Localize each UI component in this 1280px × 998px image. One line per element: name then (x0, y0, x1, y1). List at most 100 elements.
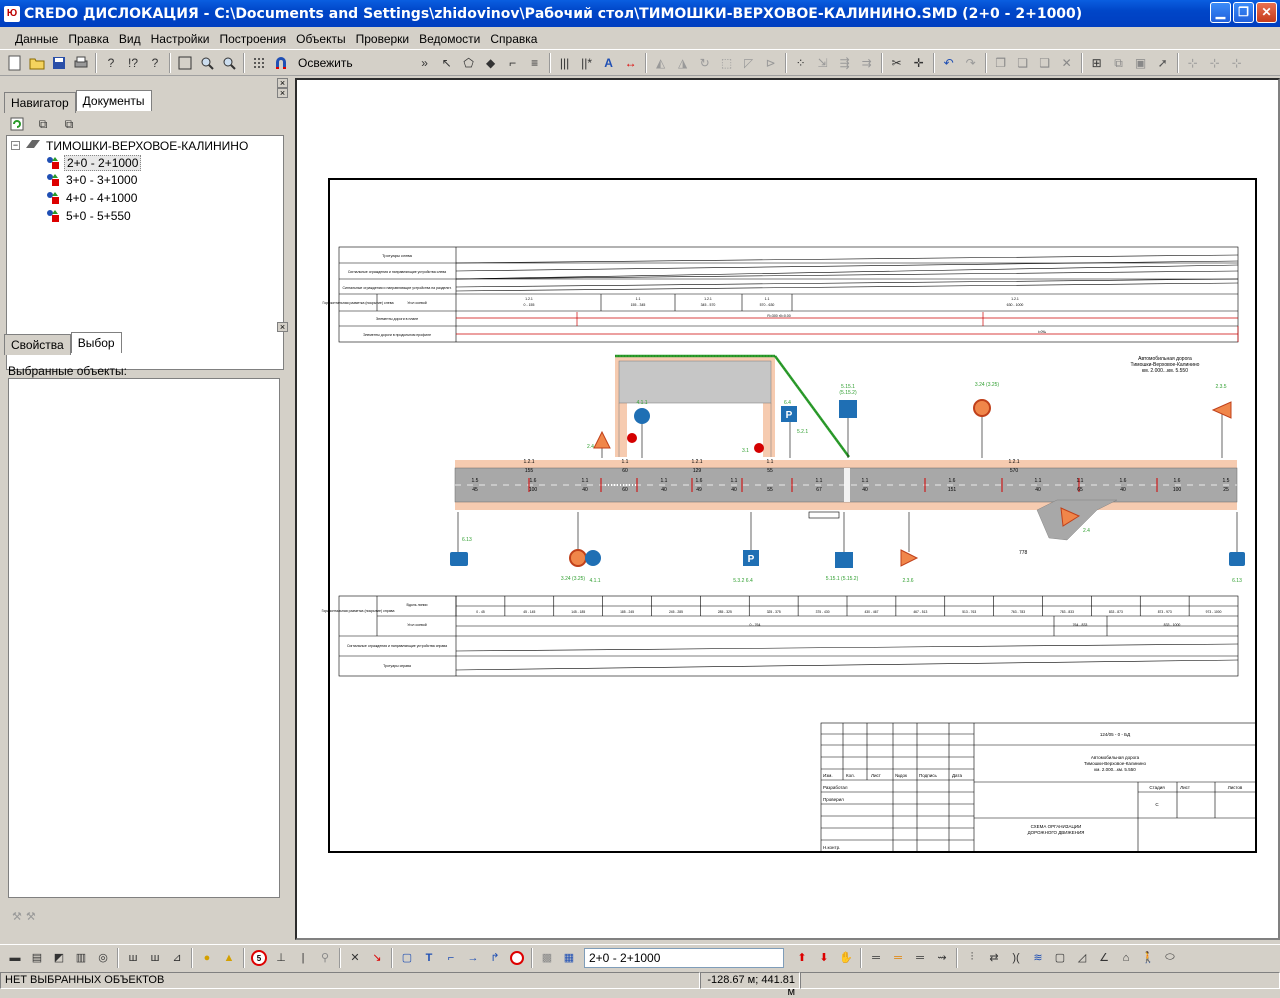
snap2-icon[interactable]: ⊹ (1205, 53, 1225, 73)
tree-item[interactable]: 2+0 - 2+1000 (45, 155, 142, 171)
panel-close-icon[interactable]: × (277, 78, 288, 88)
open-folder-icon[interactable] (27, 53, 47, 73)
hand-icon[interactable]: ✋ (836, 948, 856, 968)
arrow-tool-icon[interactable]: → (463, 948, 483, 968)
cross-lines-icon[interactable]: ✕ (345, 948, 365, 968)
undo-icon[interactable]: ↶ (939, 53, 959, 73)
light-icon[interactable]: ● (197, 948, 217, 968)
toolbar-overflow[interactable]: » (415, 53, 435, 73)
mirror2-icon[interactable]: ◮ (673, 53, 693, 73)
tree-root[interactable]: − ТИМОШКИ-ВЕРХОВОЕ-КАЛИНИНО (11, 138, 248, 153)
refresh-button[interactable]: Освежить (292, 56, 359, 70)
barrier2-icon[interactable]: ▤ (27, 948, 47, 968)
pin-icon[interactable]: ⚲ (315, 948, 335, 968)
barrier5-icon[interactable]: ◎ (93, 948, 113, 968)
fence3-icon[interactable]: ⊿ (167, 948, 187, 968)
print-icon[interactable] (71, 53, 91, 73)
snap3-icon[interactable]: ⊹ (1227, 53, 1247, 73)
query-detail-icon[interactable]: !? (123, 53, 143, 73)
text-tool-icon[interactable]: T (419, 948, 439, 968)
marking2-icon[interactable]: ⇄ (984, 948, 1004, 968)
query-icon[interactable]: ? (101, 53, 121, 73)
zoom-window-icon[interactable] (175, 53, 195, 73)
mirror-icon[interactable]: ◭ (651, 53, 671, 73)
paste-special-icon[interactable]: ❑ (1035, 53, 1055, 73)
ungroup-icon[interactable]: ⧉ (1109, 53, 1129, 73)
barrier4-icon[interactable]: ▥ (71, 948, 91, 968)
panel-close-icon[interactable]: × (277, 88, 288, 98)
select-arrow-icon[interactable]: ↖ (437, 53, 457, 73)
fill-icon[interactable]: ◆ (481, 53, 501, 73)
dimension-icon[interactable]: ↔ (621, 53, 641, 73)
refresh-docs-icon[interactable] (7, 114, 27, 134)
sign-tool-icon[interactable] (507, 948, 527, 968)
tab-navigator[interactable]: Навигатор (4, 92, 76, 113)
barrier1-icon[interactable]: ▬ (5, 948, 25, 968)
paste-icon[interactable]: ❏ (1013, 53, 1033, 73)
copy-icon[interactable]: ❐ (991, 53, 1011, 73)
cross-icon[interactable]: ✛ (909, 53, 929, 73)
menu-constructions[interactable]: Построения (214, 30, 291, 48)
tree-item[interactable]: 4+0 - 4+1000 (45, 191, 139, 205)
fence1-icon[interactable]: ш (123, 948, 143, 968)
delete-icon[interactable]: ✕ (1057, 53, 1077, 73)
reflect-icon[interactable]: ⊳ (761, 53, 781, 73)
frame-icon[interactable]: ▣ (1131, 53, 1151, 73)
polygon-icon[interactable]: ⬠ (459, 53, 479, 73)
post-icon[interactable]: ⊥ (271, 948, 291, 968)
align-icon[interactable]: ⇉ (857, 53, 877, 73)
red-arrow-down-icon[interactable]: ⬇ (814, 948, 834, 968)
magnet-icon[interactable] (271, 53, 291, 73)
connect-icon[interactable]: ↘ (367, 948, 387, 968)
select-tool-icon[interactable]: ⚒ (12, 910, 22, 923)
menu-checks[interactable]: Проверки (351, 30, 415, 48)
angle-icon[interactable]: ∠ (1094, 948, 1114, 968)
line-type2-icon[interactable]: ═ (888, 948, 908, 968)
node-edit-icon[interactable]: ⁘ (791, 53, 811, 73)
pedestrian-icon[interactable]: 🚶 (1138, 948, 1158, 968)
rotate-icon[interactable]: ↻ (695, 53, 715, 73)
corner-icon[interactable]: ◿ (1072, 948, 1092, 968)
menu-view[interactable]: Вид (114, 30, 146, 48)
wave-icon[interactable]: ≋ (1028, 948, 1048, 968)
menu-data[interactable]: Данные (10, 30, 63, 48)
new-file-icon[interactable] (5, 53, 25, 73)
pointer-icon[interactable]: ➚ (1153, 53, 1173, 73)
redo-icon[interactable]: ↷ (961, 53, 981, 73)
tab-properties[interactable]: Свойства (4, 334, 71, 355)
section-combo[interactable] (584, 947, 784, 968)
tree-item[interactable]: 5+0 - 5+550 (45, 209, 133, 223)
line-tool-icon[interactable]: ⌐ (441, 948, 461, 968)
tilt-icon[interactable]: ◸ (739, 53, 759, 73)
tree-item[interactable]: 3+0 - 3+1000 (45, 173, 139, 187)
lines-icon[interactable]: ||| (555, 53, 575, 73)
menu-reports[interactable]: Ведомости (414, 30, 485, 48)
marking3-icon[interactable]: )( (1006, 948, 1026, 968)
minimize-button[interactable]: ▁ (1210, 2, 1231, 23)
copy-docs-icon[interactable]: ⧉ (33, 114, 53, 134)
drawing-canvas[interactable]: Тротуары слева Сигнальные ограждения и н… (295, 78, 1280, 940)
copy-docs2-icon[interactable]: ⧉ (59, 114, 79, 134)
ellipse-icon[interactable]: ⬭ (1160, 948, 1180, 968)
tab-selection[interactable]: Выбор (70, 332, 122, 353)
maximize-button[interactable]: ❐ (1233, 2, 1254, 23)
menu-edit[interactable]: Правка (63, 30, 114, 48)
square-icon[interactable]: ▢ (1050, 948, 1070, 968)
grid-icon[interactable] (249, 53, 269, 73)
scale-icon[interactable]: ⬚ (717, 53, 737, 73)
expander-icon[interactable]: − (11, 141, 20, 150)
line-type3-icon[interactable]: ═ (910, 948, 930, 968)
red-arrow-up-icon[interactable]: ⬆ (792, 948, 812, 968)
arrow-bend-icon[interactable]: ↱ (485, 948, 505, 968)
marking1-icon[interactable]: ⫶ (962, 948, 982, 968)
barrier3-icon[interactable]: ◩ (49, 948, 69, 968)
lines-star-icon[interactable]: ||* (577, 53, 597, 73)
warning-icon[interactable]: ▲ (219, 948, 239, 968)
zoom-out-icon[interactable] (219, 53, 239, 73)
house-icon[interactable]: ⌂ (1116, 948, 1136, 968)
pattern2-icon[interactable]: ▦ (559, 948, 579, 968)
cut-icon[interactable]: ✂ (887, 53, 907, 73)
menu-help[interactable]: Справка (485, 30, 542, 48)
zoom-in-icon[interactable] (197, 53, 217, 73)
rect-tool-icon[interactable]: ▢ (397, 948, 417, 968)
